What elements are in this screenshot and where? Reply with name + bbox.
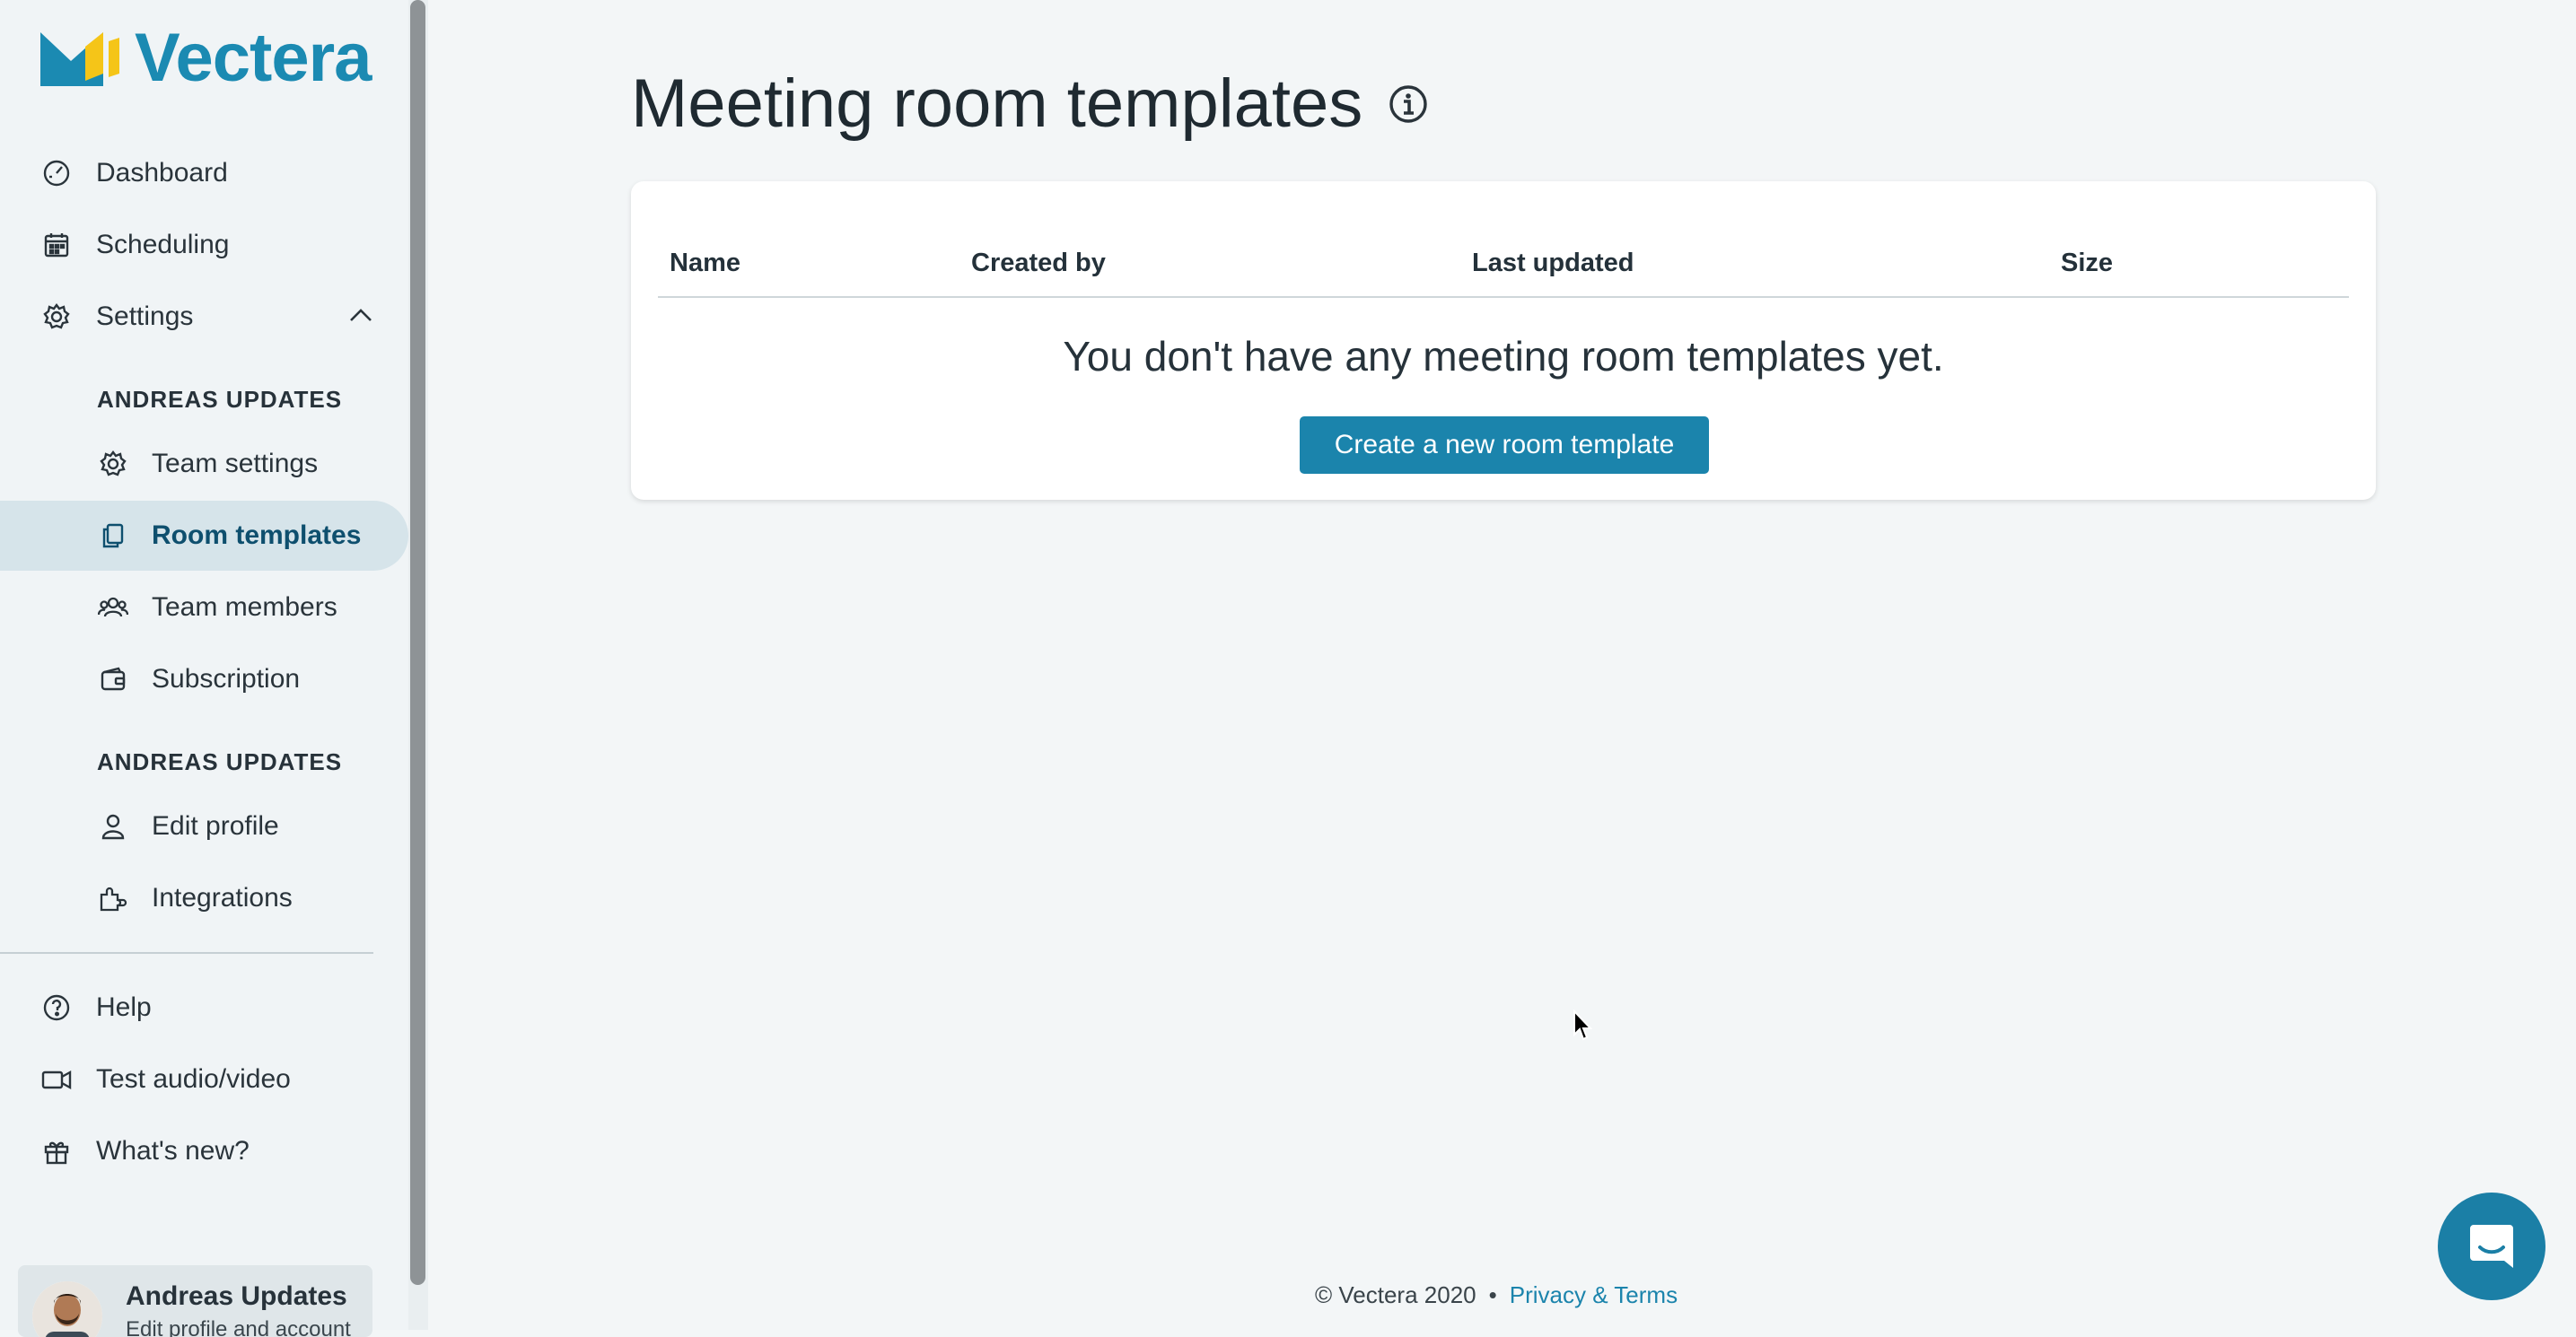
- footer-copyright: © Vectera 2020: [1315, 1281, 1476, 1308]
- sidebar-item-settings[interactable]: Settings: [0, 282, 408, 352]
- sidebar-item-label: Integrations: [152, 883, 293, 913]
- mouse-cursor-icon: [1573, 1009, 1592, 1041]
- chevron-up-icon[interactable]: [346, 300, 376, 330]
- sidebar-item-integrations[interactable]: Integrations: [0, 863, 408, 933]
- user-name: Andreas Updates: [126, 1281, 347, 1311]
- footer-separator: •: [1488, 1281, 1497, 1308]
- templates-card: Name Created by Last updated Size You do…: [631, 181, 2376, 500]
- user-icon: [98, 811, 128, 842]
- video-icon: [41, 1064, 72, 1095]
- user-card[interactable]: Andreas Updates Edit profile and account: [18, 1265, 372, 1337]
- page-title-text: Meeting room templates: [631, 66, 1363, 142]
- section-label-profile: ANDREAS UPDATES: [97, 748, 343, 775]
- brand-name: Vectera: [135, 20, 372, 96]
- help-icon: [41, 992, 72, 1023]
- sidebar-item-label: Help: [96, 992, 152, 1022]
- sidebar-item-test-audio-video[interactable]: Test audio/video: [0, 1044, 408, 1114]
- section-label-team: ANDREAS UPDATES: [97, 386, 343, 413]
- sidebar-item-edit-profile[interactable]: Edit profile: [0, 791, 408, 861]
- dashboard-icon: [41, 158, 72, 188]
- sidebar-item-team-members[interactable]: Team members: [0, 572, 408, 642]
- sidebar: Vectera Dashboard Scheduling Settings AN…: [0, 0, 408, 1337]
- table-header-divider: [658, 296, 2349, 298]
- vectera-logo[interactable]: Vectera: [40, 20, 372, 96]
- puzzle-icon: [98, 883, 128, 913]
- column-header-created-by[interactable]: Created by: [971, 249, 1106, 278]
- sidebar-item-dashboard[interactable]: Dashboard: [0, 138, 408, 208]
- sidebar-item-label: Subscription: [152, 664, 301, 694]
- users-icon: [98, 592, 128, 623]
- page-title: Meeting room templates: [631, 65, 1429, 143]
- sidebar-item-label: Scheduling: [96, 230, 230, 259]
- user-subtitle: Edit profile and account: [126, 1317, 351, 1337]
- footer: © Vectera 2020 • Privacy & Terms: [1315, 1281, 1678, 1309]
- column-header-name[interactable]: Name: [670, 249, 740, 278]
- sidebar-item-whats-new[interactable]: What's new?: [0, 1116, 408, 1186]
- calendar-icon: [41, 230, 72, 260]
- empty-state-message: You don't have any meeting room template…: [1063, 333, 1944, 380]
- sidebar-item-label: Test audio/video: [96, 1064, 291, 1094]
- column-header-last-updated[interactable]: Last updated: [1472, 249, 1634, 278]
- sidebar-item-label: Room templates: [152, 520, 362, 550]
- info-icon[interactable]: [1388, 83, 1429, 125]
- sidebar-item-label: Edit profile: [152, 811, 279, 841]
- vectera-logo-icon: [40, 32, 119, 86]
- column-header-size[interactable]: Size: [2061, 249, 2113, 278]
- sidebar-divider: [0, 952, 373, 954]
- privacy-terms-link[interactable]: Privacy & Terms: [1510, 1281, 1678, 1308]
- sidebar-item-help[interactable]: Help: [0, 973, 408, 1043]
- gear-icon: [98, 449, 128, 479]
- copy-icon: [98, 520, 128, 551]
- sidebar-item-subscription[interactable]: Subscription: [0, 644, 408, 714]
- sidebar-item-label: What's new?: [96, 1136, 250, 1166]
- sidebar-item-scheduling[interactable]: Scheduling: [0, 210, 408, 280]
- wallet-icon: [98, 664, 128, 695]
- sidebar-scrollbar-thumb[interactable]: [410, 0, 425, 1285]
- sidebar-item-label: Team members: [152, 592, 337, 622]
- gear-icon: [41, 301, 72, 332]
- create-room-template-button[interactable]: Create a new room template: [1300, 416, 1709, 474]
- chat-launcher-button[interactable]: [2438, 1193, 2545, 1300]
- sidebar-item-room-templates[interactable]: Room templates: [0, 501, 408, 571]
- sidebar-item-label: Settings: [96, 301, 194, 331]
- sidebar-item-label: Dashboard: [96, 158, 228, 188]
- sidebar-item-team-settings[interactable]: Team settings: [0, 429, 408, 499]
- chat-icon: [2470, 1225, 2513, 1268]
- avatar: [32, 1281, 102, 1337]
- gift-icon: [41, 1136, 72, 1167]
- sidebar-item-label: Team settings: [152, 449, 319, 478]
